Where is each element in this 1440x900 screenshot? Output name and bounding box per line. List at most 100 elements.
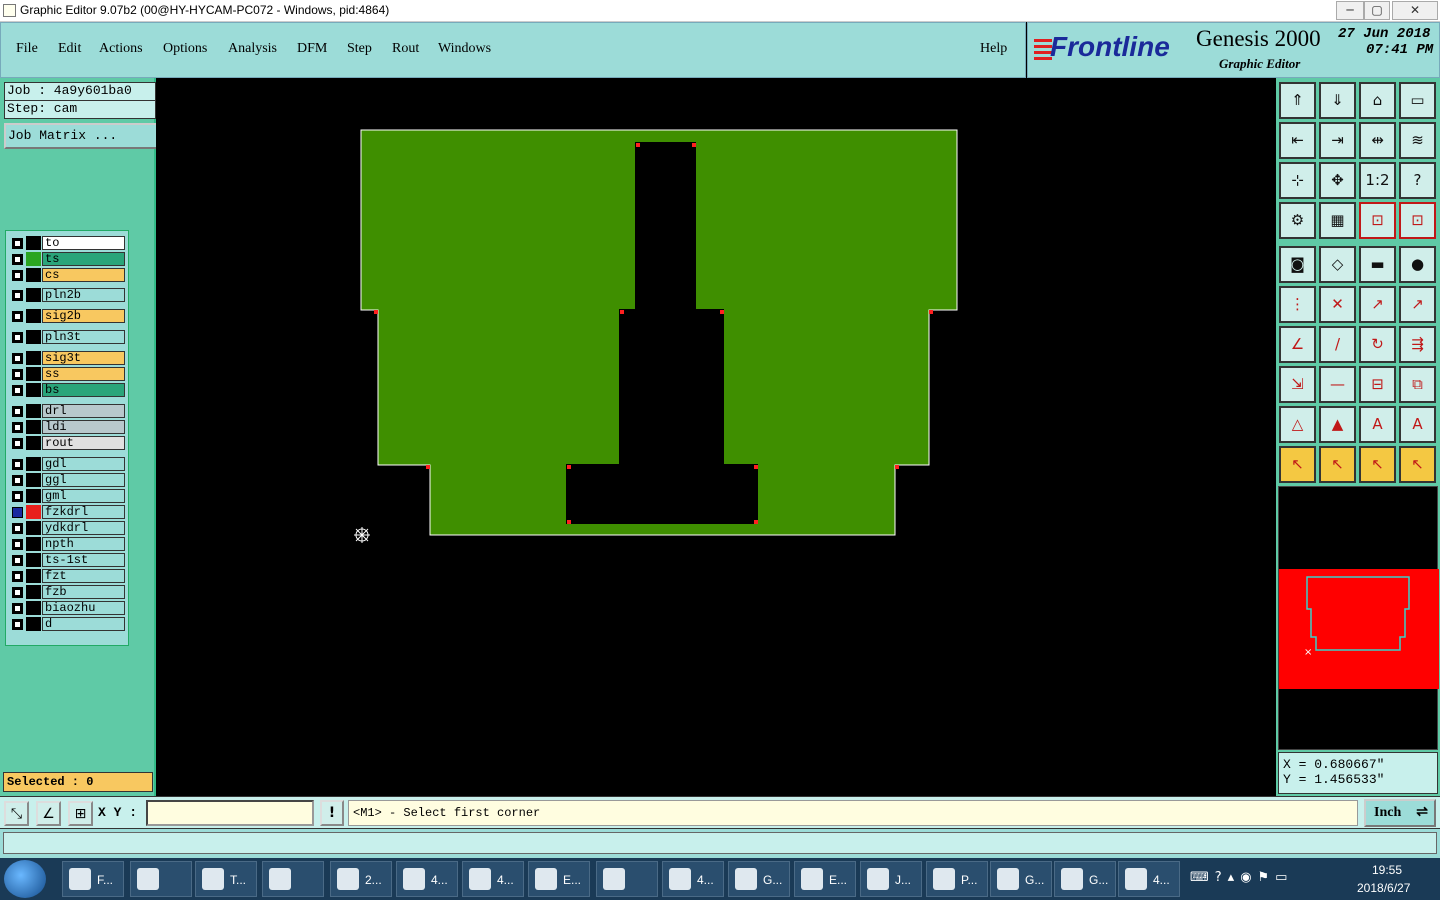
window-icon[interactable]: ▭ [1399,82,1436,119]
layer-color-swatch[interactable] [26,288,41,302]
close-button[interactable]: ✕ [1392,1,1438,20]
layer-name[interactable]: sig2b [42,309,125,323]
snap-left-icon[interactable]: ⇤ [1279,122,1316,159]
layer-row-pln3t[interactable]: pln3t [8,330,126,344]
layer-checkbox[interactable] [12,491,23,502]
layer-checkbox[interactable] [12,571,23,582]
grid-snap-icon[interactable]: ⊞ [68,801,93,826]
pointer-box-icon[interactable]: ↖ [1319,446,1356,483]
taskbar-item[interactable] [130,861,192,897]
layer-name[interactable]: gml [42,489,125,503]
layer-color-swatch[interactable] [26,367,41,381]
layer-color-swatch[interactable] [26,489,41,503]
graphic-canvas[interactable] [156,78,1276,796]
layer-checkbox[interactable] [12,353,23,364]
home-icon[interactable]: ⇑ [1279,82,1316,119]
layer-row-ydkdrl[interactable]: ydkdrl [8,521,126,535]
down-icon[interactable]: ⇓ [1319,82,1356,119]
snap-right-icon[interactable]: ⇥ [1319,122,1356,159]
menu-dfm[interactable]: DFM [297,41,327,57]
layer-row-bs[interactable]: bs [8,383,126,397]
arc-icon[interactable]: ↻ [1359,326,1396,363]
layer-name[interactable]: pln3t [42,330,125,344]
layer-name[interactable]: rout [42,436,125,450]
measure-icon[interactable]: ∠ [36,801,61,826]
layer-row-drl[interactable]: drl [8,404,126,418]
layer-checkbox[interactable] [12,438,23,449]
layer-name[interactable]: ldi [42,420,125,434]
taskbar-item[interactable]: G... [1054,861,1116,897]
zoom-area-icon[interactable]: ⤡ [4,801,29,826]
layer-color-swatch[interactable] [26,585,41,599]
zoom-fit-icon[interactable]: ⊹ [1279,162,1316,199]
layer-row-npth[interactable]: npth [8,537,126,551]
layer-row-fzkdrl[interactable]: fzkdrl [8,505,126,519]
layer-row-biaozhu[interactable]: biaozhu [8,601,126,615]
layer-checkbox[interactable] [12,459,23,470]
ruler-icon[interactable]: ▬ [1359,246,1396,283]
taskbar-item[interactable]: J... [860,861,922,897]
layer-color-swatch[interactable] [26,569,41,583]
layer-color-swatch[interactable] [26,252,41,266]
zoom-center-icon[interactable]: ✥ [1319,162,1356,199]
layer-checkbox[interactable] [12,619,23,630]
taskbar-item[interactable]: 4... [396,861,458,897]
layer-color-swatch[interactable] [26,617,41,631]
alert-icon[interactable]: ! [320,800,344,826]
trim-icon[interactable]: — [1319,366,1356,403]
layer-name[interactable]: bs [42,383,125,397]
layer-name[interactable]: npth [42,537,125,551]
layer-color-swatch[interactable] [26,383,41,397]
layer-checkbox[interactable] [12,539,23,550]
ratio-icon[interactable]: 1:2 [1359,162,1396,199]
board-preview[interactable]: × [1278,486,1439,750]
taskbar-item[interactable]: P... [926,861,988,897]
layer-name[interactable]: gdl [42,457,125,471]
layer-name[interactable]: ss [42,367,125,381]
taskbar-item[interactable]: 2... [330,861,392,897]
layer-checkbox[interactable] [12,332,23,343]
layer-row-ggl[interactable]: ggl [8,473,126,487]
layer-color-swatch[interactable] [26,404,41,418]
layer-color-swatch[interactable] [26,330,41,344]
taskbar-item[interactable] [596,861,658,897]
taskbar-item[interactable]: E... [794,861,856,897]
flip-icon[interactable]: ⇶ [1399,326,1436,363]
layer-name[interactable]: d [42,617,125,631]
taskbar-item[interactable]: 4... [462,861,524,897]
layer-checkbox[interactable] [12,311,23,322]
layer-row-sig2b[interactable]: sig2b [8,309,126,323]
menu-help[interactable]: Help [980,41,1007,57]
layer-checkbox[interactable] [12,238,23,249]
layer-color-swatch[interactable] [26,537,41,551]
xy-input[interactable] [146,800,314,826]
settings-icon[interactable]: ⚙ [1279,202,1316,239]
layer-color-swatch[interactable] [26,473,41,487]
layer-name[interactable]: fzb [42,585,125,599]
layer-checkbox[interactable] [12,422,23,433]
taskbar-item[interactable] [262,861,324,897]
layer-checkbox[interactable] [12,290,23,301]
menu-options[interactable]: Options [163,41,207,57]
layer-row-sig3t[interactable]: sig3t [8,351,126,365]
layer-name[interactable]: ts-1st [42,553,125,567]
taskbar-item[interactable]: T... [195,861,257,897]
taskbar-item[interactable]: F... [62,861,124,897]
layer-checkbox[interactable] [12,507,23,518]
taskbar-item[interactable]: G... [728,861,790,897]
layer-color-swatch[interactable] [26,601,41,615]
connect-icon[interactable]: ⋮ [1279,286,1316,323]
layer-name[interactable]: drl [42,404,125,418]
shapes-icon[interactable]: ⧉ [1399,366,1436,403]
pad-icon[interactable]: ◙ [1279,246,1316,283]
layer-color-swatch[interactable] [26,268,41,282]
line-point-icon[interactable]: ↗ [1359,286,1396,323]
triangle-icon[interactable]: △ [1279,406,1316,443]
menu-step[interactable]: Step [347,41,372,57]
layer-name[interactable]: fzt [42,569,125,583]
layer-checkbox[interactable] [12,254,23,265]
layer-row-gml[interactable]: gml [8,489,126,503]
menu-actions[interactable]: Actions [99,41,143,57]
taskbar-item[interactable]: E... [528,861,590,897]
pointer-path-icon[interactable]: ↖ [1399,446,1436,483]
